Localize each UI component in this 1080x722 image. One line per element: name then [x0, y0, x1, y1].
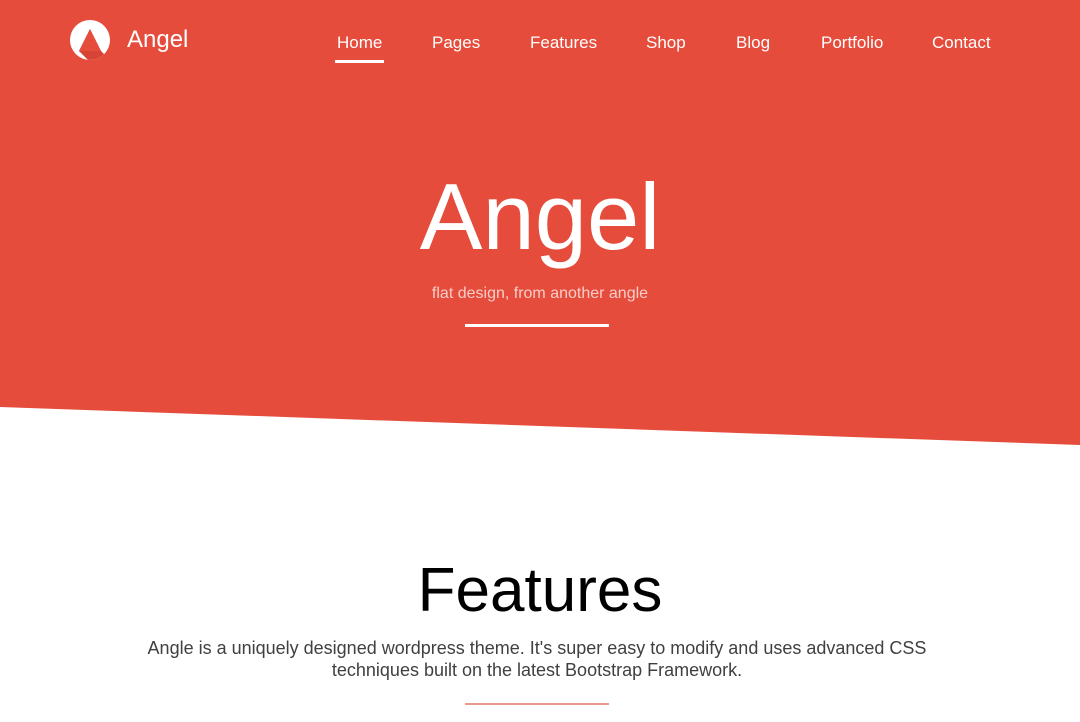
nav-item-portfolio[interactable]: Portfolio — [821, 31, 883, 55]
nav-item-pages[interactable]: Pages — [432, 31, 480, 55]
nav-item-shop[interactable]: Shop — [646, 31, 686, 55]
features-divider — [465, 703, 609, 705]
hero-subtitle: flat design, from another angle — [431, 285, 649, 302]
features-description: Angle is a uniquely designed wordpress t… — [147, 638, 927, 680]
nav-item-home[interactable]: Home — [334, 31, 385, 63]
nav-item-blog[interactable]: Blog — [736, 31, 770, 55]
page: Angel Home Pages Features Shop Blog Port… — [0, 0, 1080, 722]
hero-divider — [465, 324, 609, 327]
nav-item-features[interactable]: Features — [530, 31, 597, 55]
navbar: Angel Home Pages Features Shop Blog Port… — [0, 0, 1080, 80]
main-nav: Home Pages Features Shop Blog Portfolio … — [0, 31, 1080, 65]
hero-title: Angel — [419, 164, 661, 269]
features-title: Features — [417, 556, 663, 625]
nav-item-contact[interactable]: Contact — [932, 31, 991, 55]
